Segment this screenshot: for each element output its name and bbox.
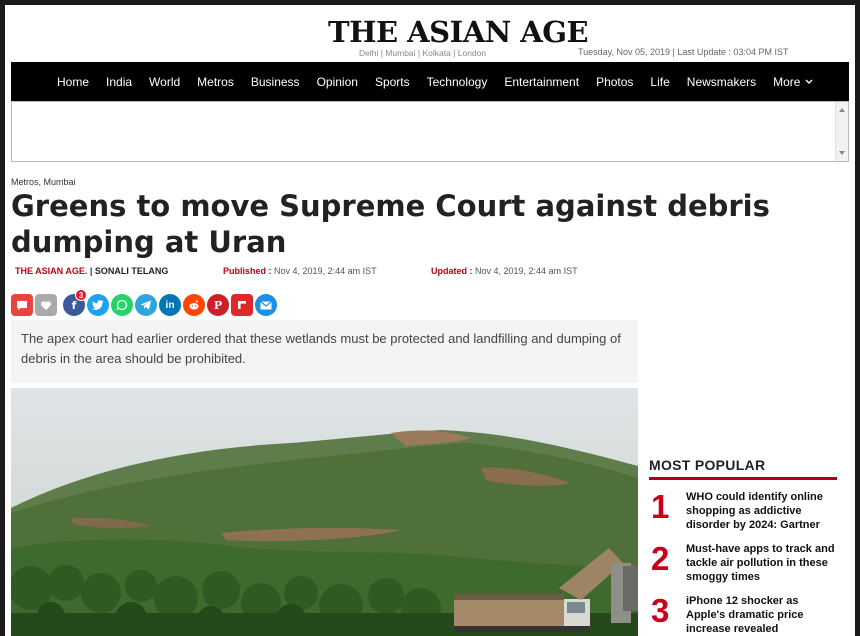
nav-technology[interactable]: Technology bbox=[427, 75, 488, 89]
flipboard-icon bbox=[238, 301, 246, 309]
nav-entertainment[interactable]: Entertainment bbox=[504, 75, 579, 89]
nav-metros[interactable]: Metros bbox=[197, 75, 234, 89]
telegram-share-button[interactable] bbox=[135, 294, 157, 316]
most-popular-title: MOST POPULAR bbox=[649, 457, 837, 480]
pinterest-share-button[interactable]: P bbox=[207, 294, 229, 316]
updated-value: Nov 4, 2019, 2:44 am IST bbox=[475, 266, 578, 276]
nav-home[interactable]: Home bbox=[57, 75, 89, 89]
like-button[interactable] bbox=[35, 294, 57, 316]
twitter-share-button[interactable] bbox=[87, 294, 109, 316]
twitter-icon bbox=[92, 300, 104, 310]
published-date: Published : Nov 4, 2019, 2:44 am IST bbox=[223, 266, 377, 276]
popular-headline[interactable]: Must-have apps to track and tackle air p… bbox=[686, 542, 837, 584]
popular-item[interactable]: 3 iPhone 12 shocker as Apple's dramatic … bbox=[649, 594, 837, 636]
hills-landscape-image bbox=[11, 388, 638, 636]
ad-slot bbox=[11, 101, 849, 162]
published-value: Nov 4, 2019, 2:44 am IST bbox=[274, 266, 377, 276]
popular-headline[interactable]: iPhone 12 shocker as Apple's dramatic pr… bbox=[686, 594, 837, 636]
popular-item[interactable]: 2 Must-have apps to track and tackle air… bbox=[649, 542, 837, 584]
dateline: Tuesday, Nov 05, 2019 | Last Update : 03… bbox=[578, 47, 789, 57]
telegram-icon bbox=[140, 300, 151, 310]
article-image bbox=[11, 388, 638, 636]
nav-newsmakers[interactable]: Newsmakers bbox=[687, 75, 756, 89]
nav-world[interactable]: World bbox=[149, 75, 180, 89]
nav-sports[interactable]: Sports bbox=[375, 75, 410, 89]
nav-business[interactable]: Business bbox=[251, 75, 300, 89]
comment-button[interactable] bbox=[11, 294, 33, 316]
scroll-down-icon[interactable] bbox=[839, 151, 845, 155]
nav-india[interactable]: India bbox=[106, 75, 132, 89]
nav-more[interactable]: More bbox=[773, 75, 813, 89]
nav-more-label: More bbox=[773, 74, 801, 89]
byline-source: THE ASIAN AGE. | SONALI TELANG bbox=[15, 266, 168, 276]
updated-date: Updated : Nov 4, 2019, 2:44 am IST bbox=[431, 266, 578, 276]
popular-item[interactable]: 1 WHO could identify online shopping as … bbox=[649, 490, 837, 532]
nav-opinion[interactable]: Opinion bbox=[317, 75, 358, 89]
masthead: THE ASIAN AGE Delhi | Mumbai | Kolkata |… bbox=[5, 5, 855, 62]
dump-truck bbox=[454, 594, 590, 632]
share-count-badge: 3 bbox=[75, 289, 87, 301]
linkedin-icon: in bbox=[165, 299, 175, 311]
linkedin-share-button[interactable]: in bbox=[159, 294, 181, 316]
breadcrumb[interactable]: Metros, Mumbai bbox=[11, 177, 76, 187]
ad-scrollbar[interactable] bbox=[835, 102, 848, 161]
popular-rank: 3 bbox=[651, 592, 670, 629]
flipboard-share-button[interactable] bbox=[231, 294, 253, 316]
nav-life[interactable]: Life bbox=[650, 75, 669, 89]
most-popular-widget: MOST POPULAR 1 WHO could identify online… bbox=[649, 457, 837, 636]
page: THE ASIAN AGE Delhi | Mumbai | Kolkata |… bbox=[5, 5, 855, 636]
reddit-share-button[interactable] bbox=[183, 294, 205, 316]
whatsapp-share-button[interactable] bbox=[111, 294, 133, 316]
popular-rank: 2 bbox=[651, 540, 670, 577]
chevron-down-icon bbox=[805, 79, 813, 84]
byline-separator: | bbox=[89, 266, 93, 276]
email-icon bbox=[260, 300, 272, 309]
facebook-icon: f bbox=[71, 298, 77, 312]
facebook-share-button[interactable]: f 3 bbox=[63, 289, 87, 316]
edition-links[interactable]: Delhi | Mumbai | Kolkata | London bbox=[359, 48, 486, 58]
email-share-button[interactable] bbox=[255, 294, 277, 316]
heart-icon bbox=[41, 300, 51, 310]
byline-author[interactable]: SONALI TELANG bbox=[95, 266, 169, 276]
article-summary: The apex court had earlier ordered that … bbox=[11, 320, 638, 383]
published-label: Published : bbox=[223, 266, 272, 276]
main-nav: Home India World Metros Business Opinion… bbox=[11, 62, 849, 101]
share-bar: f 3 in P bbox=[11, 289, 277, 316]
reddit-icon bbox=[189, 300, 199, 310]
comment-icon bbox=[17, 300, 27, 310]
updated-label: Updated : bbox=[431, 266, 473, 276]
popular-rank: 1 bbox=[651, 488, 670, 525]
popular-headline[interactable]: WHO could identify online shopping as ad… bbox=[686, 490, 837, 532]
byline-brand[interactable]: THE ASIAN AGE. bbox=[15, 266, 87, 276]
site-logo[interactable]: THE ASIAN AGE bbox=[328, 15, 589, 49]
scroll-up-icon[interactable] bbox=[839, 108, 845, 112]
pinterest-icon: P bbox=[213, 298, 223, 312]
nav-photos[interactable]: Photos bbox=[596, 75, 633, 89]
whatsapp-icon bbox=[116, 299, 128, 311]
article-headline: Greens to move Supreme Court against deb… bbox=[11, 189, 770, 259]
